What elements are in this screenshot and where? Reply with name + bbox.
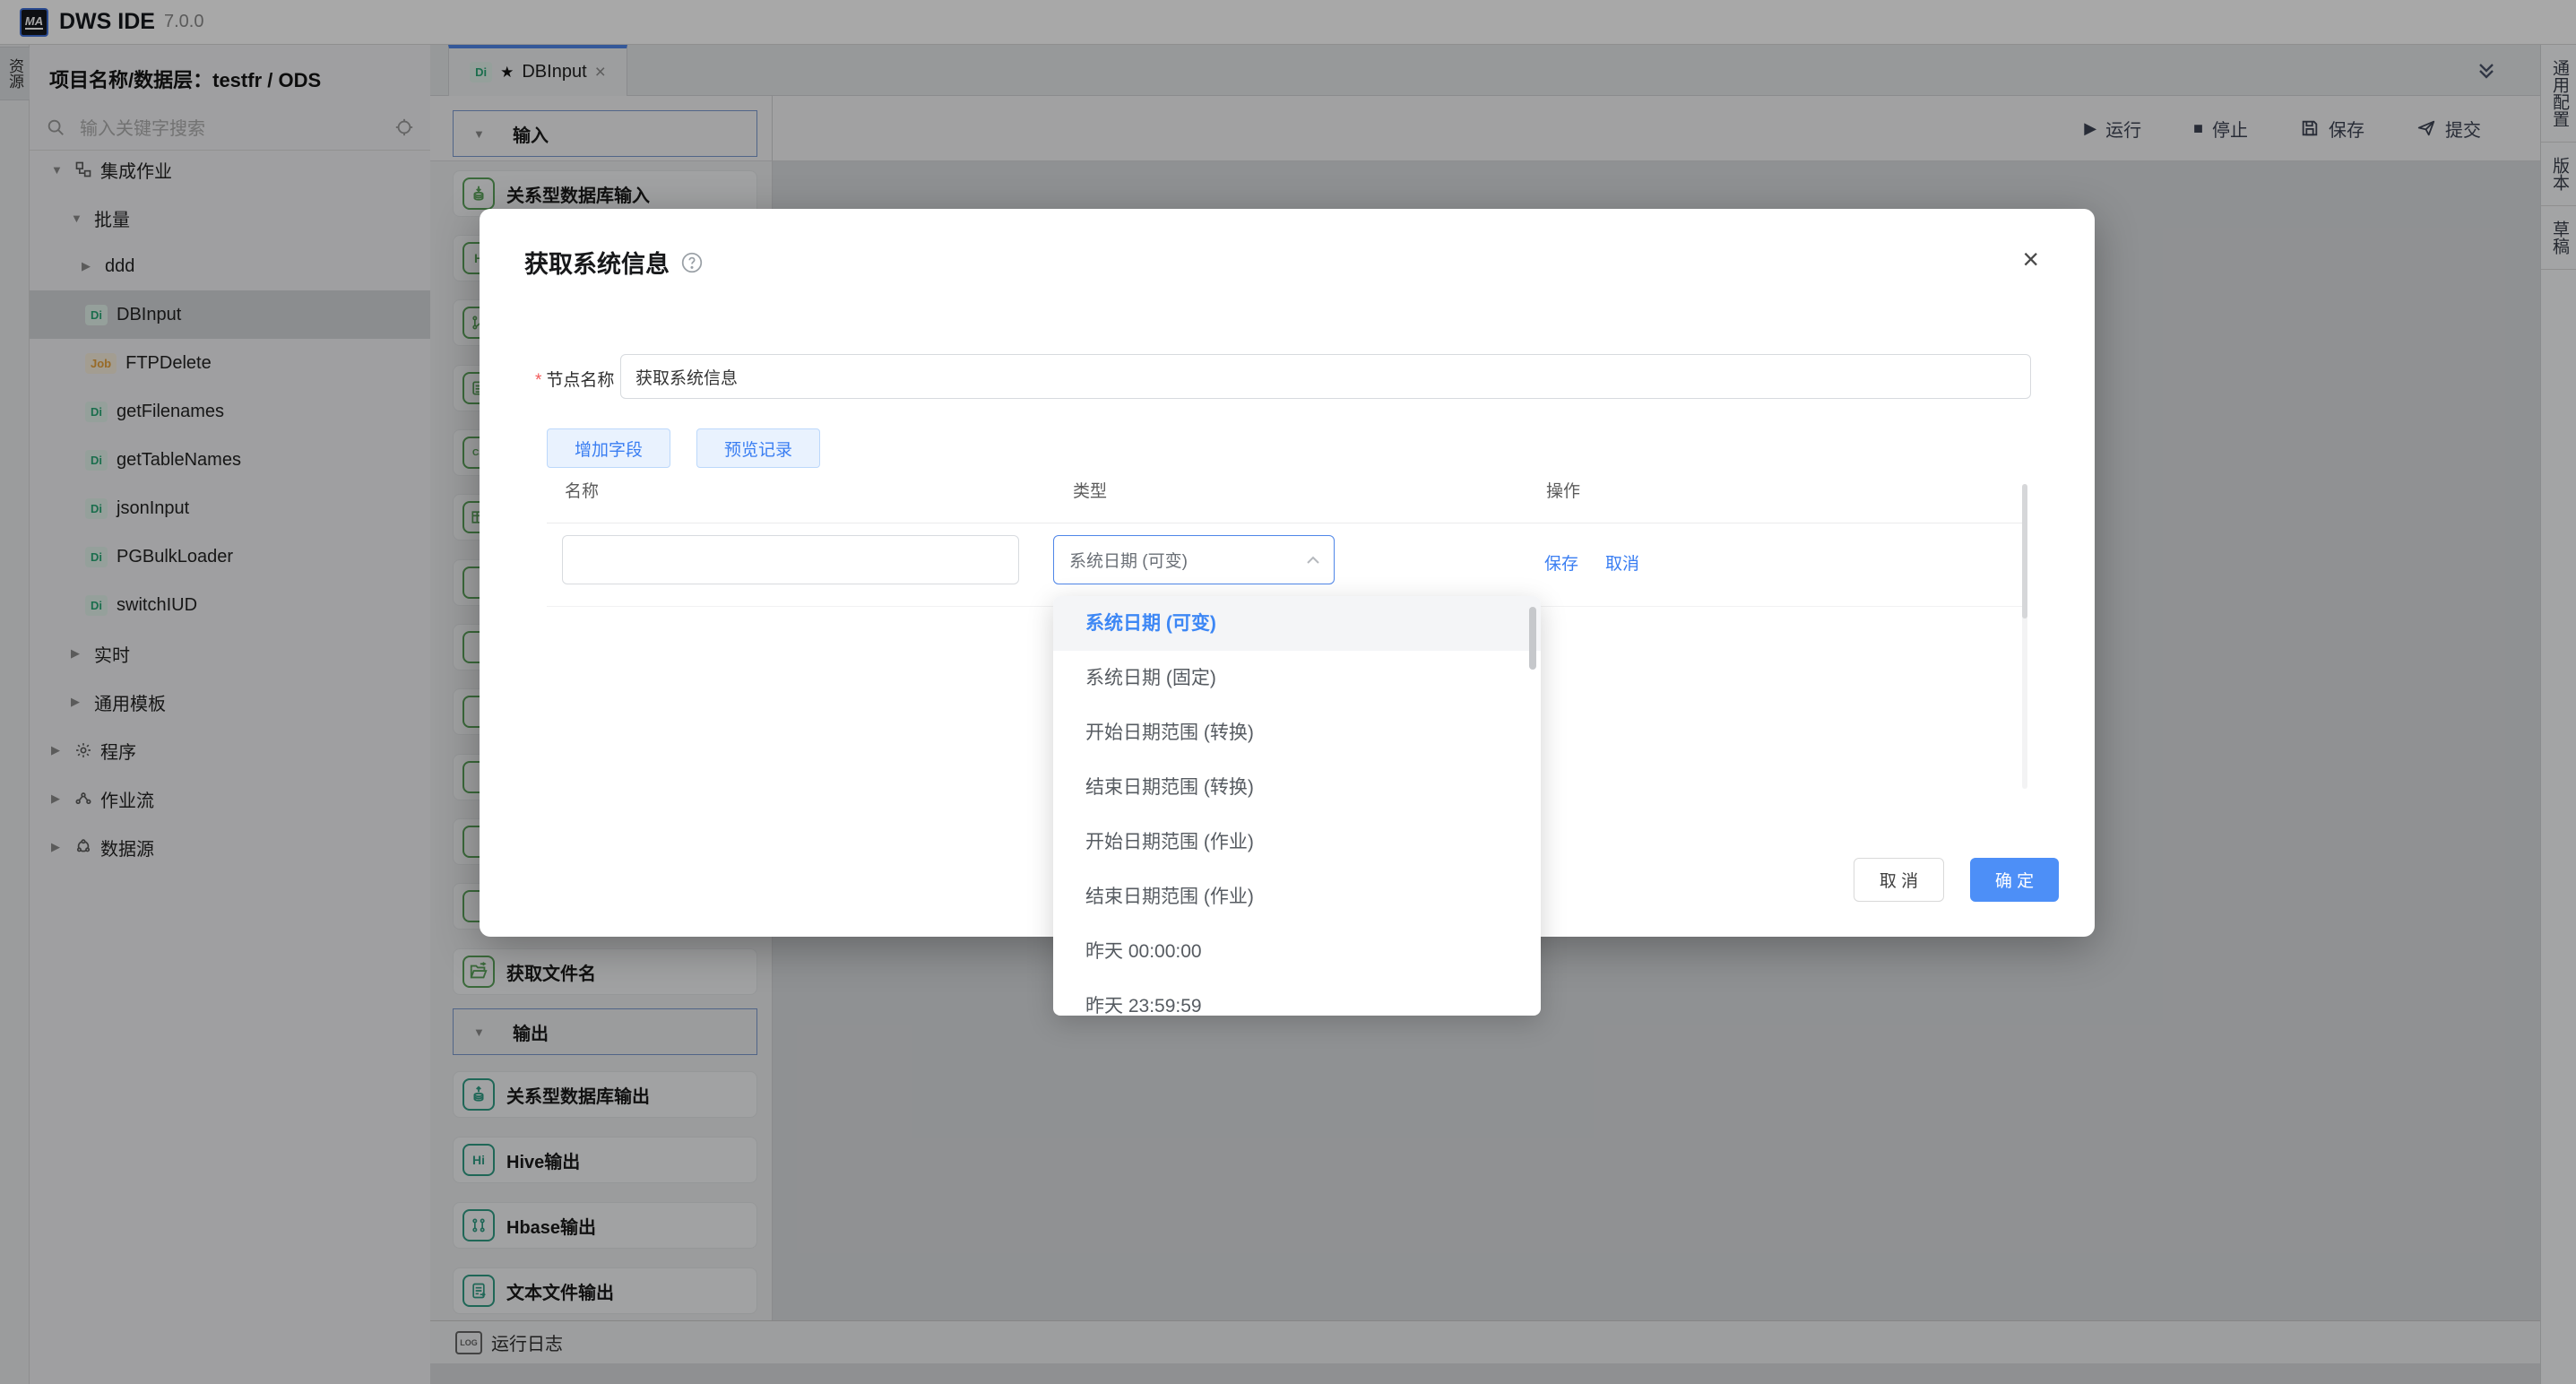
dialog-ok-button[interactable]: 确 定 bbox=[1970, 858, 2059, 902]
dropdown-option[interactable]: 开始日期范围 (作业) bbox=[1053, 815, 1541, 869]
dropdown-option[interactable]: 昨天 23:59:59 bbox=[1053, 979, 1541, 1016]
row-save-link[interactable]: 保存 bbox=[1544, 550, 1578, 575]
field-type-select[interactable]: 系统日期 (可变) bbox=[1053, 535, 1335, 584]
dialog-cancel-button[interactable]: 取 消 bbox=[1854, 858, 1944, 902]
dropdown-option[interactable]: 系统日期 (可变) bbox=[1053, 596, 1541, 651]
dropdown-option[interactable]: 开始日期范围 (转换) bbox=[1053, 705, 1541, 760]
dropdown-option[interactable]: 结束日期范围 (作业) bbox=[1053, 869, 1541, 924]
node-name-input[interactable] bbox=[620, 354, 2031, 399]
row-cancel-link[interactable]: 取消 bbox=[1605, 550, 1639, 575]
add-field-button[interactable]: 增加字段 bbox=[547, 428, 670, 468]
column-header-operation: 操作 bbox=[1546, 478, 1580, 502]
dialog-title: 获取系统信息 bbox=[524, 245, 704, 280]
dialog-close-icon[interactable]: × bbox=[2022, 245, 2039, 273]
column-header-name: 名称 bbox=[565, 478, 599, 502]
table-scrollbar-thumb[interactable] bbox=[2022, 484, 2027, 618]
field-name-input[interactable] bbox=[562, 535, 1019, 584]
type-dropdown: 系统日期 (可变) 系统日期 (固定) 开始日期范围 (转换) 结束日期范围 (… bbox=[1053, 596, 1541, 1016]
dropdown-scrollbar-thumb[interactable] bbox=[1529, 607, 1536, 670]
help-icon[interactable] bbox=[680, 251, 704, 274]
column-header-type: 类型 bbox=[1073, 478, 1107, 502]
node-name-label: *节点名称 bbox=[535, 367, 614, 391]
dropdown-option[interactable]: 结束日期范围 (转换) bbox=[1053, 760, 1541, 815]
preview-records-button[interactable]: 预览记录 bbox=[696, 428, 820, 468]
required-asterisk: * bbox=[535, 371, 541, 390]
chevron-up-icon bbox=[1306, 556, 1320, 565]
dropdown-option[interactable]: 昨天 00:00:00 bbox=[1053, 924, 1541, 979]
dropdown-option[interactable]: 系统日期 (固定) bbox=[1053, 651, 1541, 705]
